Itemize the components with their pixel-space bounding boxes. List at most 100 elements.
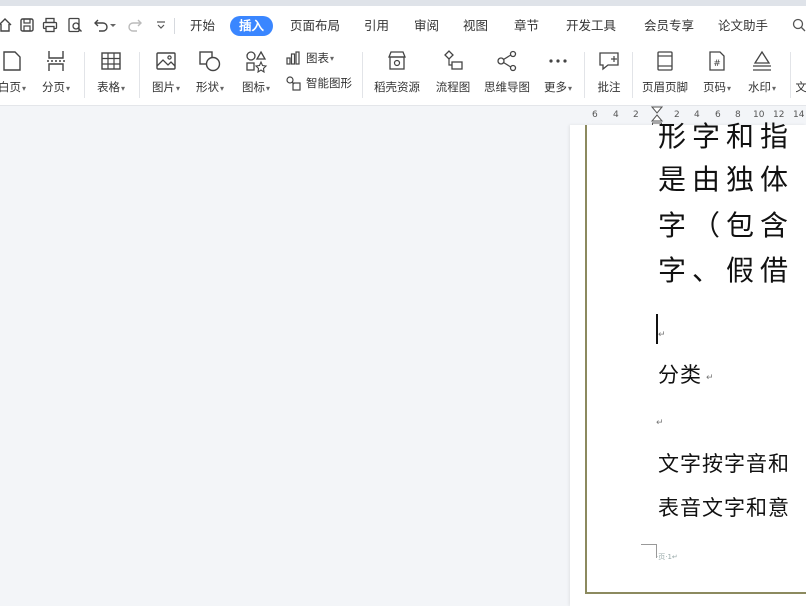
watermark-button[interactable]: 水印▾ xyxy=(742,48,782,100)
flowchart-icon xyxy=(440,48,466,74)
mind-map-label: 思维导图 xyxy=(484,80,530,94)
header-footer-icon xyxy=(652,48,678,74)
page-break-label: 分页 xyxy=(41,80,65,94)
ribbon-separator xyxy=(584,52,585,98)
tab-view[interactable]: 视图 xyxy=(463,16,488,36)
smart-art-label: 智能图形 xyxy=(306,76,352,90)
tab-developer-tools[interactable]: 开发工具 xyxy=(566,16,616,36)
watermark-icon xyxy=(749,48,775,74)
ruler-tick-label: 12 xyxy=(773,110,785,120)
cover-page-button[interactable]: 白页▾ xyxy=(0,48,30,100)
comment-icon xyxy=(596,48,622,74)
flowchart-label: 流程图 xyxy=(435,80,471,94)
ruler-tick-label: 10 xyxy=(753,110,765,120)
table-button[interactable]: 表格▾ xyxy=(93,48,129,100)
document-text-line[interactable]: 字、假借 xyxy=(658,254,794,288)
shape-button[interactable]: 形状▾ xyxy=(192,48,228,100)
cover-page-label: 白页 xyxy=(0,80,21,94)
header-footer-label: 页眉页脚 xyxy=(642,80,688,94)
undo-dropdown-icon[interactable] xyxy=(108,16,118,34)
tab-chapter[interactable]: 章节 xyxy=(514,16,539,36)
ruler-tick-label: 2 xyxy=(674,110,680,120)
docer-resources-button[interactable]: 稻壳资源 xyxy=(370,48,424,100)
redo-icon[interactable] xyxy=(126,16,144,34)
section-heading[interactable]: 分类 xyxy=(658,362,702,388)
ruler-tick-label: 14 xyxy=(793,110,805,120)
document-text-line[interactable]: 形字和指 xyxy=(658,120,794,150)
table-label: 表格 xyxy=(96,80,120,94)
paragraph-mark: ↵ xyxy=(706,373,714,383)
cover-page-icon xyxy=(0,48,25,74)
tab-page-layout[interactable]: 页面布局 xyxy=(290,16,340,36)
comment-button[interactable]: 批注 xyxy=(592,48,626,100)
tab-member-exclusive[interactable]: 会员专享 xyxy=(644,16,694,36)
more-button[interactable]: 更多▾ xyxy=(540,48,576,100)
mind-map-icon xyxy=(494,48,520,74)
tab-start[interactable]: 开始 xyxy=(190,16,215,36)
ruler-tick-label: 4 xyxy=(694,110,700,120)
toolbar-separator xyxy=(174,18,175,34)
picture-button[interactable]: 图片▾ xyxy=(148,48,184,100)
chart-button[interactable]: 图表 ▾ xyxy=(284,49,334,67)
tab-review[interactable]: 审阅 xyxy=(414,16,439,36)
tab-insert[interactable]: 插入 xyxy=(230,16,274,36)
ruler-tick-label: 2 xyxy=(633,110,639,120)
header-footer-button[interactable]: 页眉页脚 xyxy=(638,48,692,100)
smart-art-button[interactable]: 智能图形 xyxy=(284,74,352,92)
document-text-line[interactable]: 文字按字音和 xyxy=(658,451,790,477)
ruler-tick-label: 6 xyxy=(592,110,598,120)
smart-art-icon xyxy=(284,74,302,92)
ribbon-separator xyxy=(84,52,85,98)
ruler-tick-label: 6 xyxy=(715,110,721,120)
print-icon[interactable] xyxy=(41,16,59,34)
home-icon[interactable] xyxy=(0,16,14,34)
ribbon-separator xyxy=(362,52,363,98)
chevron-down-icon: ▾ xyxy=(120,84,125,93)
chevron-down-icon: ▾ xyxy=(21,84,26,93)
ribbon-separator xyxy=(632,52,633,98)
customize-toolbar-icon[interactable] xyxy=(152,16,170,34)
shape-icon xyxy=(197,48,223,74)
shape-label: 形状 xyxy=(195,80,219,94)
chevron-down-icon: ▾ xyxy=(330,53,335,63)
chevron-down-icon: ▾ xyxy=(265,84,270,93)
ruler-tick-label: 4 xyxy=(613,110,619,120)
watermark-label: 水印 xyxy=(747,80,771,94)
page-number-button[interactable]: # 页码▾ xyxy=(698,48,736,100)
svg-text:#: # xyxy=(713,59,721,69)
page-break-button[interactable]: 分页▾ xyxy=(38,48,74,100)
page-break-icon xyxy=(43,48,69,74)
more-icon xyxy=(545,48,571,74)
paragraph-mark: ↵ xyxy=(656,418,664,428)
insert-ribbon: 白页▾ 分页▾ 表格▾ 图片▾ 形状▾ 图标▾ 图表 ▾ 智能图形 稻壳资源 流… xyxy=(0,44,806,106)
chevron-down-icon: ▾ xyxy=(219,84,224,93)
text-box-button[interactable]: 文 xyxy=(796,48,806,100)
document-text-line[interactable]: 字（包含 xyxy=(658,209,794,243)
save-icon[interactable] xyxy=(18,16,36,34)
tab-references[interactable]: 引用 xyxy=(364,16,389,36)
page-footer-hint: ·页·1↵ xyxy=(656,553,678,561)
margin-corner-mark xyxy=(641,544,657,558)
paragraph-mark: ↵ xyxy=(658,330,666,340)
chevron-down-icon: ▾ xyxy=(65,84,70,93)
flowchart-button[interactable]: 流程图 xyxy=(432,48,474,100)
chevron-down-icon: ▾ xyxy=(567,84,572,93)
search-icon[interactable] xyxy=(792,17,806,36)
table-icon xyxy=(98,48,124,74)
tab-thesis-assistant[interactable]: 论文助手 xyxy=(718,16,768,36)
picture-icon xyxy=(153,48,179,74)
document-text-line[interactable]: 是由独体 xyxy=(658,163,794,197)
ribbon-separator xyxy=(139,52,140,98)
print-preview-icon[interactable] xyxy=(66,16,84,34)
chart-icon xyxy=(284,49,302,67)
chevron-down-icon: ▾ xyxy=(175,84,180,93)
icon-library-label: 图标 xyxy=(241,80,265,94)
icon-library-button[interactable]: 图标▾ xyxy=(238,48,274,100)
document-text-line[interactable]: 表音文字和意 xyxy=(658,495,790,521)
comment-label: 批注 xyxy=(597,80,621,94)
chevron-down-icon: ▾ xyxy=(726,84,731,93)
text-box-label: 文 xyxy=(796,80,806,94)
mind-map-button[interactable]: 思维导图 xyxy=(481,48,533,100)
store-icon xyxy=(384,48,410,74)
icon-library-icon xyxy=(243,48,269,74)
